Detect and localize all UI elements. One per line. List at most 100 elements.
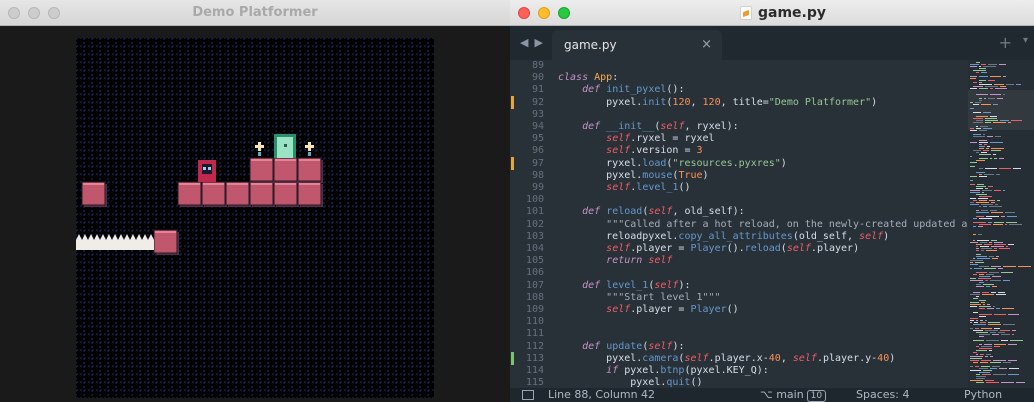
minimap-viewport[interactable]	[968, 90, 1034, 130]
minimap-line	[995, 204, 998, 205]
minimap-line	[976, 194, 987, 195]
minimap-line	[1001, 334, 1010, 335]
minimap-line	[995, 88, 1007, 89]
new-tab-icon[interactable]: +	[999, 33, 1012, 52]
code-text[interactable]: class App: def init_pyxel(): pyxel.init(…	[558, 60, 1034, 388]
editor-window-title: game.py	[758, 5, 827, 21]
game-canvas[interactable]	[76, 38, 434, 398]
minimap-line	[990, 362, 1001, 363]
minimap-line	[991, 148, 1004, 149]
ground-block	[297, 157, 322, 182]
syntax-selector[interactable]: Python	[964, 388, 1002, 401]
tab-close-icon[interactable]: ×	[701, 37, 712, 52]
zoom-window-button[interactable]	[558, 7, 570, 19]
sparkle-stem	[258, 152, 261, 156]
line-number: 108	[525, 291, 544, 303]
minimap-line	[976, 246, 978, 247]
game-window: Demo Platformer	[0, 0, 510, 402]
minimap-line	[979, 154, 991, 155]
spike-row	[76, 234, 154, 240]
minimap-line	[976, 128, 981, 129]
minimap-line	[979, 98, 982, 99]
minimap-line	[973, 86, 983, 87]
git-modified-marker	[511, 95, 514, 109]
minimap-line	[976, 188, 983, 189]
line-number: 103	[525, 230, 544, 242]
block-highlight	[299, 159, 320, 161]
minimap-line	[976, 248, 979, 249]
tab-menu-chevron-icon[interactable]: ▾	[1023, 35, 1028, 46]
minimap-line	[981, 366, 990, 367]
minimap-line	[976, 320, 978, 321]
minimap-line	[1000, 330, 1010, 331]
minimap-line	[983, 134, 985, 135]
code-line: """Called after a hot reload, on the new…	[606, 218, 1034, 230]
minimap-line	[979, 282, 984, 283]
minimap-line	[970, 370, 981, 371]
forward-arrow-icon[interactable]: ▶	[534, 36, 542, 50]
minimap-line	[973, 298, 978, 299]
minimap-line	[1003, 266, 1016, 267]
line-number: 106	[525, 267, 544, 279]
git-branch[interactable]: ⌥ main 10	[760, 388, 827, 402]
code-line: def level_1(self):	[582, 279, 691, 291]
minimap-line	[970, 278, 976, 279]
minimap[interactable]	[968, 60, 1034, 388]
ground-block	[153, 229, 178, 254]
minimize-window-button[interactable]	[538, 7, 550, 19]
minimap-line	[994, 84, 1004, 85]
minimap-line	[976, 72, 979, 73]
minimap-line	[979, 88, 988, 89]
indentation-setting[interactable]: Spaces: 4	[856, 388, 909, 401]
tab-game-py[interactable]: game.py ×	[552, 30, 722, 60]
back-arrow-icon[interactable]: ◀	[520, 36, 528, 50]
minimap-line	[993, 122, 1006, 123]
line-number: 105	[525, 255, 544, 267]
code-line: self.version = 3	[606, 145, 703, 157]
minimap-line	[994, 328, 1000, 329]
minimap-line	[970, 320, 974, 321]
minimap-line	[993, 154, 996, 155]
minimap-preview	[968, 62, 1034, 383]
close-window-button[interactable]	[518, 7, 530, 19]
minimap-line	[970, 360, 979, 361]
minimap-line	[983, 66, 996, 67]
minimap-line	[986, 250, 997, 251]
code-editor[interactable]: 89 90 91 92 93 94 95 96 97 98 99 100 101 102 103 104 105…	[510, 60, 1034, 388]
code-line: def __init__(self, ryxel):	[582, 121, 739, 132]
code-line: class App:	[558, 72, 619, 84]
code-line: pyxel.init(120, 120, title="Demo Platfor…	[558, 96, 878, 108]
minimap-line	[1012, 334, 1014, 335]
minimap-line	[987, 304, 990, 305]
minimap-line	[973, 82, 977, 83]
editor-title-group: game.py	[740, 4, 826, 22]
panel-toggle-icon[interactable]	[522, 390, 534, 400]
minimap-line	[990, 76, 1001, 77]
cursor-position[interactable]: Line 88, Column 42	[548, 388, 655, 401]
minimap-line	[1008, 244, 1014, 245]
line-number: 101	[525, 206, 544, 218]
python-file-icon	[740, 6, 752, 20]
minimap-line	[973, 218, 977, 219]
minimap-line	[985, 330, 998, 331]
minimap-line	[973, 324, 986, 325]
minimap-line	[981, 64, 986, 65]
minimap-line	[989, 200, 995, 201]
minimap-line	[1006, 84, 1014, 85]
minimap-line	[976, 186, 986, 187]
line-number: 102	[525, 218, 544, 230]
minimap-line	[980, 126, 988, 127]
minimap-line	[991, 292, 996, 293]
minimap-line	[973, 352, 977, 353]
minimap-line	[994, 158, 997, 159]
minimap-line	[999, 64, 1006, 65]
minimap-line	[979, 218, 992, 219]
line-number: 100	[525, 194, 544, 206]
minimap-line	[976, 116, 988, 117]
ground-block	[273, 157, 298, 182]
code-line: pyxel.quit()	[558, 377, 703, 388]
minimap-line	[993, 306, 995, 307]
minimap-line	[982, 190, 992, 191]
minimap-line	[979, 196, 992, 197]
minimap-line	[979, 306, 991, 307]
